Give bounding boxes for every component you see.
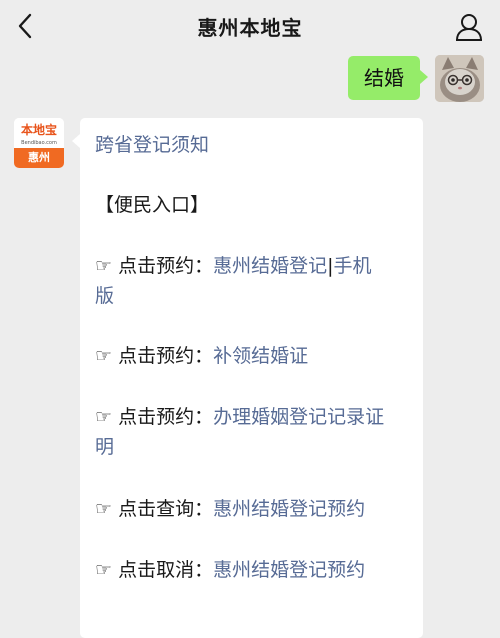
reissue-certificate-link[interactable]: 补领结婚证 xyxy=(213,345,308,367)
top-navbar: 惠州本地宝 xyxy=(0,0,500,56)
entry-prefix: ☞ 点击查询： xyxy=(95,498,214,520)
outgoing-message-bubble[interactable]: 结婚 xyxy=(348,56,428,100)
entry-prefix: ☞ 点击取消： xyxy=(95,559,214,581)
avatar-city-label: 惠州 xyxy=(14,148,64,168)
entry-prefix: ☞ 点击预约： xyxy=(95,345,214,367)
entry-prefix: ☞ 点击预约： xyxy=(95,406,214,428)
avatar-logo-subtext: Bendibao.com xyxy=(21,140,57,146)
profile-button[interactable] xyxy=(454,12,484,42)
record-proof-link[interactable]: 办理婚姻登记记录证 xyxy=(213,406,384,428)
query-booking-link[interactable]: 惠州结婚登记预约 xyxy=(213,498,365,520)
entry-record-proof: ☞ 点击预约：办理婚姻登记记录证明 xyxy=(95,402,413,462)
incoming-message-bubble: 跨省登记须知 【便民入口】 ☞ 点击预约：惠州结婚登记|手机版 ☞ 点击预约：补… xyxy=(72,118,423,638)
person-icon xyxy=(456,14,482,41)
entry-query-booking: ☞ 点击查询：惠州结婚登记预约 xyxy=(95,494,413,524)
section-label: 【便民入口】 xyxy=(95,194,210,216)
cat-avatar-image xyxy=(435,55,484,102)
mobile-version-link-cont[interactable]: 版 xyxy=(95,285,114,307)
mobile-version-link[interactable]: 手机 xyxy=(334,255,372,277)
heading-link[interactable]: 跨省登记须知 xyxy=(95,130,413,160)
entry-reissue-certificate: ☞ 点击预约：补领结婚证 xyxy=(95,341,413,371)
cancel-booking-link[interactable]: 惠州结婚登记预约 xyxy=(213,559,365,581)
marriage-booking-link[interactable]: 惠州结婚登记 xyxy=(213,255,327,277)
bendibao-avatar[interactable]: 本地宝 Bendibao.com 惠州 xyxy=(14,118,64,168)
record-proof-link-cont[interactable]: 明 xyxy=(95,436,114,458)
entry-prefix: ☞ 点击预约： xyxy=(95,255,214,277)
page-title: 惠州本地宝 xyxy=(197,16,303,40)
avatar-logo-text: 本地宝 xyxy=(20,123,57,137)
entry-marriage-booking: ☞ 点击预约：惠州结婚登记|手机版 xyxy=(95,251,413,311)
user-avatar[interactable] xyxy=(435,55,484,102)
entry-cancel-booking: ☞ 点击取消：惠州结婚登记预约 xyxy=(95,555,413,585)
